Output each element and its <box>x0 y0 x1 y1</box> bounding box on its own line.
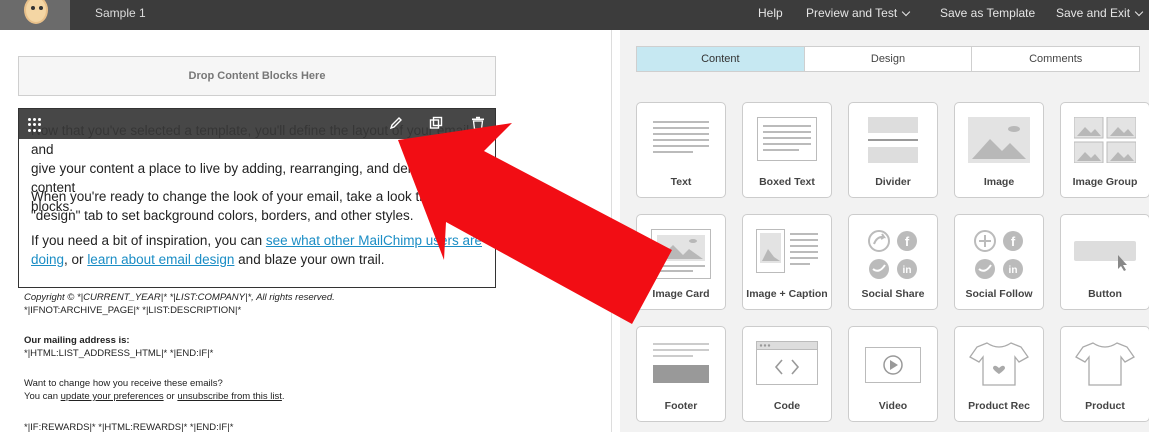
block-label: Button <box>1088 288 1122 300</box>
paragraph-inspiration: If you need a bit of inspiration, you ca… <box>31 231 486 269</box>
button-cursor-icon <box>1074 241 1136 271</box>
paragraph-text: , or <box>64 252 88 267</box>
block-label: Image + Caption <box>746 288 828 300</box>
chevron-down-icon <box>901 7 911 17</box>
block-product-rec[interactable]: Product Rec <box>954 326 1044 422</box>
image-card-icon <box>651 229 711 279</box>
footer-mailing-address: *|HTML:LIST_ADDRESS_HTML|* *|END:IF|* <box>24 348 214 359</box>
video-play-icon <box>865 347 921 383</box>
footer-mailing-heading: Our mailing address is: <box>24 335 130 346</box>
block-product[interactable]: Product <box>1060 326 1149 422</box>
block-label: Footer <box>664 400 698 412</box>
block-footer[interactable]: Footer <box>636 326 726 422</box>
footer-text: You can <box>24 391 61 402</box>
dropzone-label: Drop Content Blocks Here <box>188 70 326 82</box>
block-label: Boxed Text <box>759 176 815 188</box>
chevron-down-icon <box>1134 7 1144 17</box>
paragraph-line: When you're ready to change the look of … <box>31 189 484 204</box>
footer-preferences: You can update your preferences or unsub… <box>24 391 285 403</box>
trash-icon[interactable] <box>471 116 485 130</box>
boxed-text-icon <box>757 117 817 161</box>
footer-change-question: Want to change how you receive these ema… <box>24 378 223 389</box>
paragraph-design: When you're ready to change the look of … <box>31 187 486 225</box>
email-design-link[interactable]: learn about email design <box>87 252 234 267</box>
block-image-card[interactable]: Image Card <box>636 214 726 310</box>
text-lines-icon <box>653 121 709 153</box>
footer-icon <box>653 343 709 383</box>
block-label: Social Share <box>861 288 925 300</box>
tab-content[interactable]: Content <box>637 47 805 71</box>
duplicate-icon[interactable] <box>429 116 443 130</box>
unsubscribe-link[interactable]: unsubscribe from this list <box>177 391 282 402</box>
social-share-icon: f in <box>868 230 917 279</box>
footer-archive: *|IFNOT:ARCHIVE_PAGE|* *|LIST:DESCRIPTIO… <box>24 305 242 316</box>
block-social-follow[interactable]: f in Social Follow <box>954 214 1044 310</box>
campaign-title: Sample 1 <box>95 6 146 20</box>
save-as-template-button[interactable]: Save as Template <box>940 6 1035 20</box>
block-image-caption[interactable]: Image + Caption <box>742 214 832 310</box>
mailchimp-logo-icon[interactable] <box>0 0 70 30</box>
text-content-block[interactable]: Now that you've selected a template, you… <box>18 108 496 288</box>
block-label: Text <box>670 176 692 188</box>
block-toolbar <box>19 109 495 139</box>
preview-and-test-menu[interactable]: Preview and Test <box>806 6 911 20</box>
svg-text:in: in <box>903 265 912 276</box>
app-root: Sample 1 Help Preview and Test Save as T… <box>0 0 1149 432</box>
tab-comments[interactable]: Comments <box>972 47 1139 71</box>
block-label: Image Card <box>652 288 710 300</box>
content-blocks-panel: Content Design Comments Text Boxed Text <box>620 30 1149 432</box>
social-follow-icon: f in <box>974 230 1023 279</box>
tshirt-icon <box>1075 342 1135 386</box>
paragraph-line: "design" tab to set background colors, b… <box>31 208 414 223</box>
save-and-exit-menu[interactable]: Save and Exit <box>1056 6 1144 20</box>
block-code[interactable]: Code <box>742 326 832 422</box>
block-social-share[interactable]: f in Social Share <box>848 214 938 310</box>
footer-rewards: *|IF:REWARDS|* *|HTML:REWARDS|* *|END:IF… <box>24 422 234 432</box>
help-link[interactable]: Help <box>758 6 783 20</box>
footer-text: or <box>163 391 178 402</box>
block-text[interactable]: Text <box>636 102 726 198</box>
block-label: Product Rec <box>968 400 1030 412</box>
code-icon <box>756 341 818 385</box>
divider-icon <box>868 117 918 163</box>
block-label: Video <box>878 400 908 412</box>
paragraph-text: and blaze your own trail. <box>234 252 385 267</box>
block-button[interactable]: Button <box>1060 214 1149 310</box>
block-image-group[interactable]: Image Group <box>1060 102 1149 198</box>
block-label: Image <box>983 176 1015 188</box>
block-divider[interactable]: Divider <box>848 102 938 198</box>
image-icon <box>968 117 1030 163</box>
block-label: Image Group <box>1072 176 1138 188</box>
email-preview: Drop Content Blocks Here Now that you've… <box>0 30 612 432</box>
block-image[interactable]: Image <box>954 102 1044 198</box>
tshirt-heart-icon <box>969 342 1029 386</box>
drag-handle-icon[interactable] <box>28 118 42 132</box>
block-grid: Text Boxed Text Divider Image Image Grou… <box>620 90 1149 432</box>
image-group-icon <box>1074 117 1136 163</box>
update-preferences-link[interactable]: update your preferences <box>61 391 164 402</box>
block-label: Divider <box>875 176 911 188</box>
block-label: Product <box>1085 400 1125 412</box>
drop-content-zone[interactable]: Drop Content Blocks Here <box>18 56 496 96</box>
save-exit-label: Save and Exit <box>1056 6 1131 20</box>
footer-text: . <box>281 391 285 402</box>
paragraph-text: If you need a bit of inspiration, you ca… <box>31 233 266 248</box>
image-caption-icon <box>756 229 818 273</box>
tab-design[interactable]: Design <box>805 47 973 71</box>
footer-copyright: Copyright © *|CURRENT_YEAR|* *|LIST:COMP… <box>24 292 335 303</box>
edit-pencil-icon[interactable] <box>389 116 403 130</box>
preview-label: Preview and Test <box>806 6 898 20</box>
svg-text:f: f <box>905 234 910 249</box>
top-bar: Sample 1 Help Preview and Test Save as T… <box>0 0 1149 30</box>
block-boxed-text[interactable]: Boxed Text <box>742 102 832 198</box>
panel-tabs: Content Design Comments <box>636 46 1140 72</box>
block-label: Social Follow <box>965 288 1033 300</box>
svg-text:in: in <box>1009 265 1018 276</box>
block-video[interactable]: Video <box>848 326 938 422</box>
block-label: Code <box>773 400 801 412</box>
svg-text:f: f <box>1011 234 1016 249</box>
